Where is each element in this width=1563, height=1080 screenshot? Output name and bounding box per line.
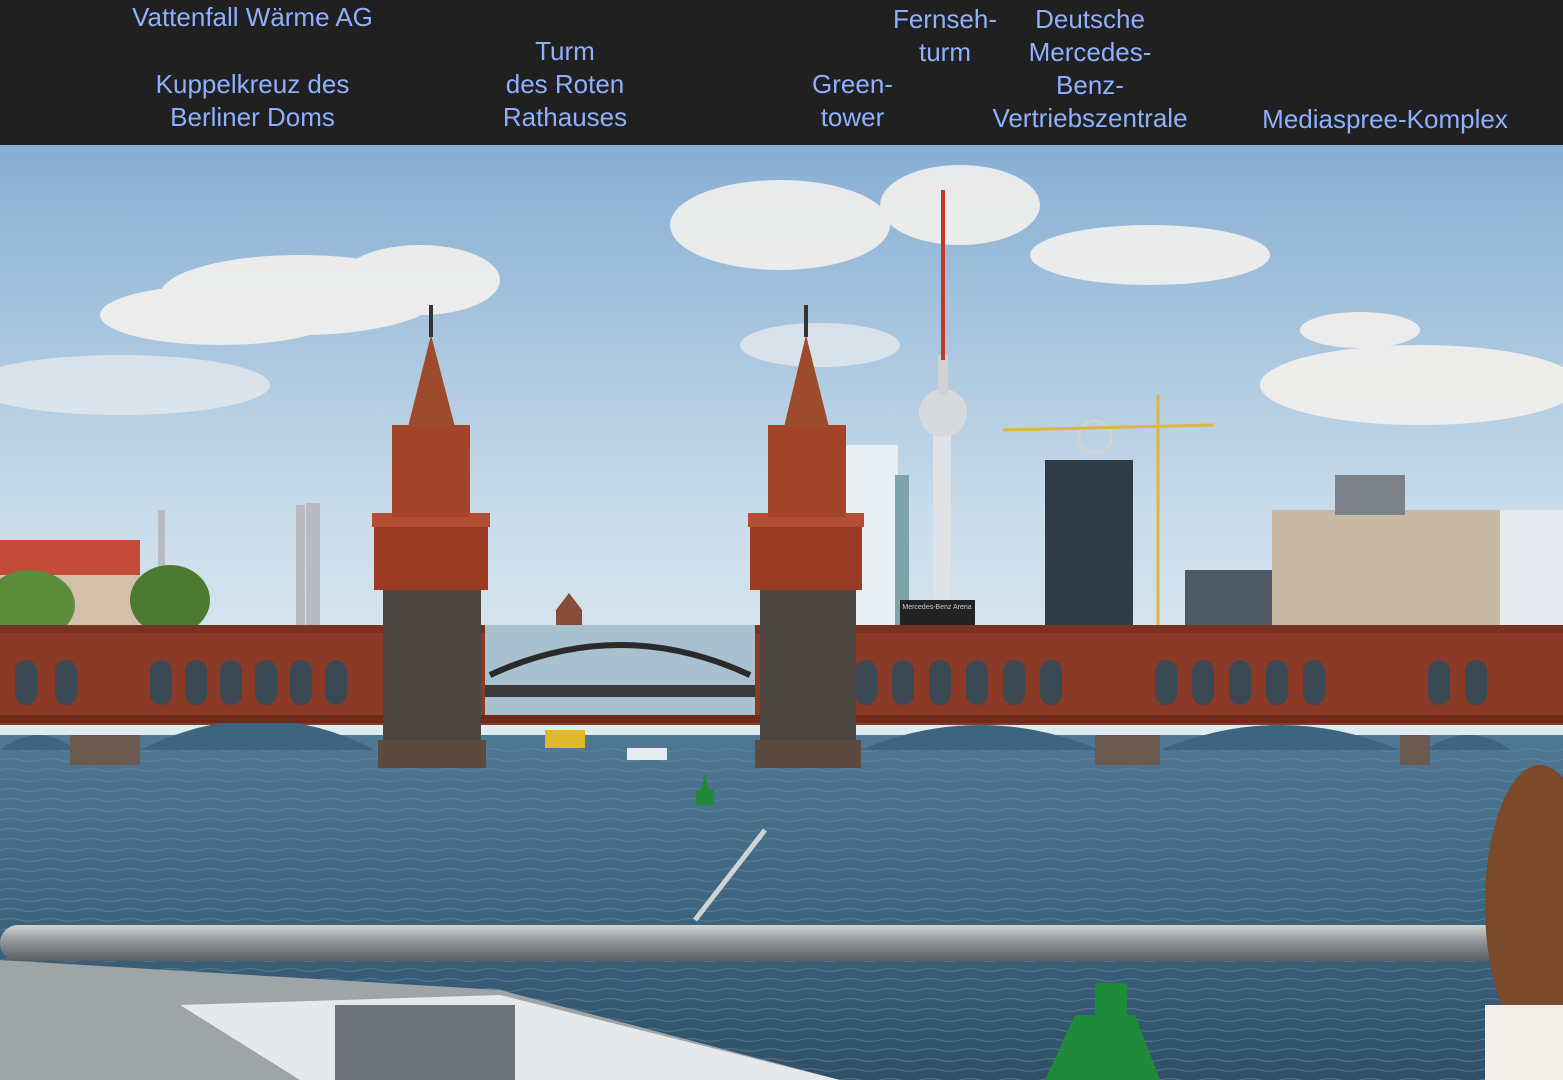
label-rotes-rathaus: Turm des Roten Rathauses bbox=[502, 36, 628, 132]
label-mediaspree: Mediaspree-Komplex bbox=[1262, 104, 1508, 134]
caption-bar: Vattenfall Wärme AG Kuppelkreuz des Berl… bbox=[0, 0, 1563, 145]
small-boat bbox=[627, 748, 667, 760]
arena-sign: Mercedes-Benz Arena bbox=[902, 604, 971, 611]
label-mercedes-benz: Deutsche Mercedes- Benz- Vertriebszentra… bbox=[992, 4, 1188, 133]
label-vattenfall: Vattenfall Wärme AG bbox=[132, 2, 373, 32]
yellow-boat bbox=[545, 730, 585, 748]
oberbaum-bridge-photo: Mercedes-Benz Arena bbox=[0, 145, 1563, 1080]
ship-railing bbox=[0, 925, 1530, 961]
label-greentower: Green- tower bbox=[812, 69, 893, 132]
label-berliner-dom: Kuppelkreuz des Berliner Doms bbox=[155, 69, 350, 132]
